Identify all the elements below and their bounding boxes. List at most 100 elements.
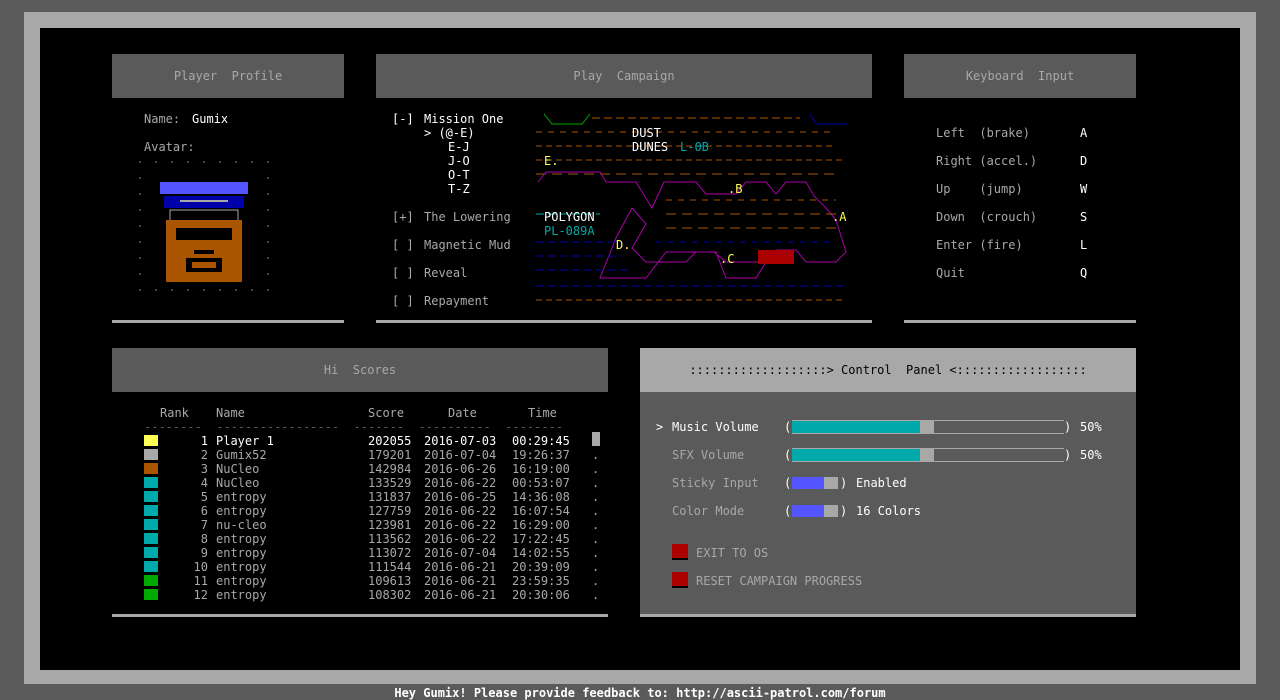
mission-name[interactable]: Magnetic Mud [424, 238, 511, 252]
map-label-c[interactable]: .C [720, 252, 734, 266]
scroll-track-dot: . [592, 560, 600, 574]
column-header-name[interactable]: Name [216, 406, 245, 420]
map-label-d[interactable]: D. [616, 238, 630, 252]
scroll-thumb[interactable] [592, 432, 600, 446]
profile-header[interactable]: Player Profile [112, 54, 344, 98]
score-cell-date: 2016-06-22 [424, 476, 497, 490]
binding-key[interactable]: S [1080, 210, 1087, 224]
score-cell-time: 20:39:09 [512, 560, 570, 574]
score-cell-score: 108302 [368, 588, 412, 602]
map-label-l0b: L-0B [680, 140, 709, 154]
score-cell-date: 2016-06-21 [424, 574, 497, 588]
binding-key[interactable]: Q [1080, 266, 1087, 280]
mission-name[interactable]: The Lowering [424, 210, 511, 224]
mission-check[interactable]: [+] [392, 210, 414, 224]
sfx-volume-slider[interactable]: ( ) [784, 448, 1072, 462]
mission-check[interactable]: [ ] [392, 294, 414, 308]
score-cell-date: 2016-06-22 [424, 518, 497, 532]
score-cell-score: 202055 [368, 434, 412, 448]
music-volume-slider[interactable]: ( ) [784, 420, 1072, 434]
control-header[interactable]: :::::::::::::::::::> Control Panel <::::… [640, 348, 1136, 392]
slider-handle[interactable] [920, 449, 934, 461]
score-cell-time: 00:29:45 [512, 434, 570, 448]
setting-sticky-input-label[interactable]: Sticky Input [672, 476, 759, 490]
binding-action: Enter (fire) [936, 238, 1023, 252]
selected-indicator: > [656, 420, 664, 434]
map-track-navy [809, 113, 848, 125]
score-cell-rank: 10 [193, 560, 208, 574]
map-label-b[interactable]: .B [728, 182, 742, 196]
rank-color-swatch [144, 449, 158, 460]
scroll-track-dot: . [592, 532, 600, 546]
avatar[interactable] [136, 158, 272, 298]
column-header-time[interactable]: Time [528, 406, 557, 420]
column-header-score[interactable]: Score [368, 406, 404, 420]
binding-key[interactable]: D [1080, 154, 1087, 168]
mission-name[interactable]: Repayment [424, 294, 489, 308]
setting-sfx-volume-label[interactable]: SFX Volume [672, 448, 744, 462]
map-label-pl089a: PL-089A [544, 224, 595, 238]
score-cell-rank: 3 [200, 462, 208, 476]
rank-color-swatch [144, 435, 158, 446]
score-cell-name: entropy [216, 504, 267, 518]
slider-fill [792, 421, 920, 433]
score-cell-rank: 9 [200, 546, 208, 560]
mission-section[interactable]: T-Z [448, 182, 470, 196]
score-cell-time: 16:29:00 [512, 518, 570, 532]
reset-campaign-button[interactable]: RESET CAMPAIGN PROGRESS [696, 574, 862, 588]
slider-handle[interactable] [920, 421, 934, 433]
score-cell-rank: 7 [200, 518, 208, 532]
map-track-green [543, 113, 591, 125]
exit-to-os-button[interactable]: EXIT TO OS [696, 546, 768, 560]
toggle-handle[interactable] [824, 505, 838, 517]
setting-music-volume-label[interactable]: Music Volume [672, 420, 759, 434]
score-cell-rank: 11 [193, 574, 208, 588]
mission-name[interactable]: Mission One [424, 112, 503, 126]
binding-action: Right (accel.) [936, 154, 1038, 168]
scroll-track-dot: . [592, 588, 600, 602]
column-header-date[interactable]: Date [448, 406, 477, 420]
rank-color-swatch [144, 463, 158, 474]
setting-color-mode-label[interactable]: Color Mode [672, 504, 744, 518]
mission-name[interactable]: Reveal [424, 266, 467, 280]
sticky-input-toggle[interactable]: ( ) [784, 476, 848, 490]
campaign-rule [376, 320, 872, 323]
score-cell-score: 111544 [368, 560, 412, 574]
score-cell-name: entropy [216, 546, 267, 560]
campaign-header[interactable]: Play Campaign [376, 54, 872, 98]
color-mode-value: 16 Colors [856, 504, 922, 518]
keyboard-header[interactable]: Keyboard Input [904, 54, 1136, 98]
color-mode-toggle[interactable]: ( ) [784, 504, 848, 518]
profile-name-value[interactable]: Gumix [192, 112, 228, 126]
rank-color-swatch [144, 547, 158, 558]
scroll-track-dot: . [592, 462, 600, 476]
mission-section[interactable]: E-J [448, 140, 470, 154]
score-cell-name: entropy [216, 588, 267, 602]
scores-header[interactable]: Hi Scores [112, 348, 608, 392]
mission-check[interactable]: [ ] [392, 266, 414, 280]
binding-key[interactable]: A [1080, 126, 1087, 140]
map-label-e[interactable]: E. [544, 154, 558, 168]
score-cell-date: 2016-07-03 [424, 434, 497, 448]
score-cell-name: NuCleo [216, 462, 260, 476]
binding-key[interactable]: L [1080, 238, 1087, 252]
column-header-rank[interactable]: Rank [160, 406, 189, 420]
mission-section[interactable]: J-O [448, 154, 470, 168]
toggle-handle[interactable] [824, 477, 838, 489]
mission-check[interactable]: [-] [392, 112, 414, 126]
score-cell-name: entropy [216, 532, 267, 546]
score-cell-time: 16:19:00 [512, 462, 570, 476]
music-volume-value: 50% [1080, 420, 1102, 434]
exit-to-os-button-icon[interactable] [672, 544, 688, 560]
score-cell-date: 2016-06-21 [424, 560, 497, 574]
mission-section[interactable]: O-T [448, 168, 470, 182]
reset-campaign-button-icon[interactable] [672, 572, 688, 588]
mission-section[interactable]: > (@-E) [424, 126, 475, 140]
score-cell-time: 14:36:08 [512, 490, 570, 504]
rank-color-swatch [144, 505, 158, 516]
mission-check[interactable]: [ ] [392, 238, 414, 252]
score-cell-name: Gumix52 [216, 448, 267, 462]
map-label-a[interactable]: .A [832, 210, 846, 224]
feedback-footer[interactable]: Hey Gumix! Please provide feedback to: h… [0, 686, 1280, 700]
binding-key[interactable]: W [1080, 182, 1087, 196]
